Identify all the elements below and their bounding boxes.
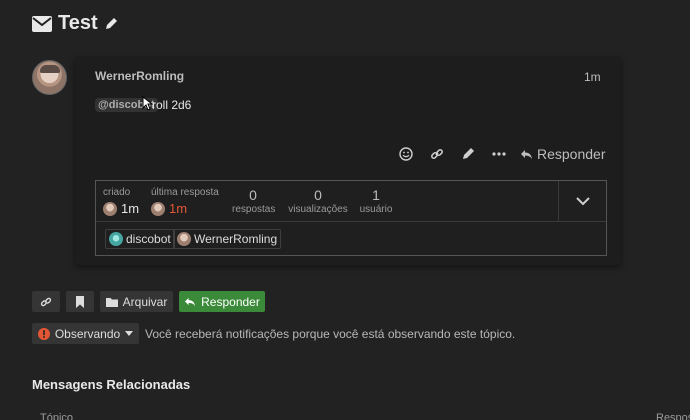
last-reply-value[interactable]: 1m: [169, 201, 187, 216]
reply-icon: [520, 149, 533, 160]
archive-button[interactable]: Arquivar: [100, 291, 173, 312]
replies-count: 0: [249, 187, 257, 203]
page-title: Test: [58, 12, 98, 34]
topic-map-stats: criado 1m última resposta 1m 0 respostas…: [96, 181, 606, 222]
archive-label: Arquivar: [122, 294, 168, 309]
avatar: [177, 232, 191, 246]
link-icon[interactable]: [421, 143, 452, 165]
reply-label: Responder: [537, 146, 606, 162]
folder-icon: [105, 297, 118, 307]
mouse-cursor-icon: [142, 95, 154, 114]
post-body: roll 2d6: [152, 98, 192, 112]
reply-label: Responder: [201, 294, 260, 309]
topic-title: Test: [32, 12, 118, 35]
participant-chip[interactable]: WernerRomling: [173, 229, 282, 249]
replies-label: respostas: [232, 204, 276, 215]
bookmark-icon: [75, 295, 85, 308]
notification-dropdown[interactable]: Observando: [32, 323, 139, 344]
related-topics-title: Mensagens Relacionadas: [32, 377, 191, 392]
chevron-down-icon: [575, 197, 590, 206]
participant-name: discobot: [126, 232, 171, 246]
users-count: 1: [372, 187, 380, 203]
reply-button[interactable]: Responder: [179, 291, 265, 312]
share-button[interactable]: [32, 291, 60, 312]
notification-state: Observando: [54, 326, 121, 341]
reply-button[interactable]: Responder: [520, 146, 606, 162]
post-actions: Responder: [390, 143, 606, 165]
last-reply-label: última resposta: [151, 187, 219, 198]
ellipsis-icon[interactable]: [483, 143, 514, 165]
topic-map: criado 1m última resposta 1m 0 respostas…: [95, 180, 607, 256]
post-date[interactable]: 1m: [584, 70, 601, 84]
notification-reason: Você receberá notificações porque você e…: [145, 327, 516, 341]
exclamation-circle-icon: [37, 327, 50, 340]
column-header-replies[interactable]: Respos: [656, 412, 690, 420]
avatar[interactable]: [151, 201, 165, 216]
avatar[interactable]: [103, 201, 117, 216]
participant-name: WernerRomling: [194, 232, 278, 246]
views-count: 0: [314, 187, 322, 203]
column-header-topic[interactable]: Tópico: [40, 412, 73, 420]
edit-pencil-icon[interactable]: [452, 143, 483, 165]
created-value[interactable]: 1m: [121, 201, 139, 216]
users-label: usuário: [359, 204, 393, 215]
avatar: [109, 232, 123, 246]
participant-chip[interactable]: discobot: [105, 229, 175, 249]
created-label: criado: [103, 187, 131, 198]
bookmark-button[interactable]: [66, 291, 94, 312]
pencil-icon[interactable]: [104, 17, 118, 31]
avatar[interactable]: [32, 60, 67, 95]
topic-map-expand-button[interactable]: [558, 181, 606, 222]
link-icon: [40, 296, 52, 308]
caret-down-icon: [125, 331, 134, 336]
smile-icon[interactable]: [390, 143, 421, 165]
post-username[interactable]: WernerRomling: [95, 69, 184, 83]
reply-icon: [184, 297, 196, 307]
views-label: visualizações: [288, 204, 348, 215]
envelope-icon: [32, 15, 52, 32]
